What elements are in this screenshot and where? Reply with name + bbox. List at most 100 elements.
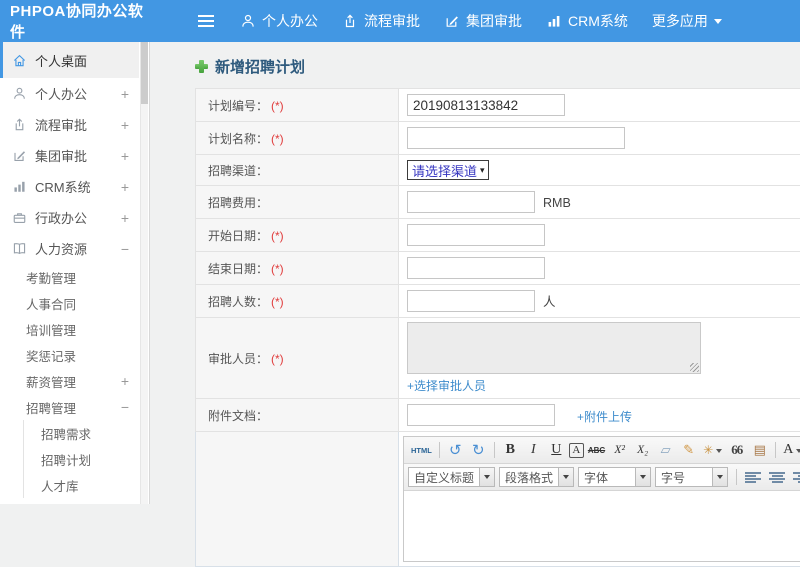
sidebar-scrollbar-thumb[interactable] xyxy=(141,42,148,104)
html-source-button[interactable]: HTML xyxy=(409,440,434,460)
select-label: 字体 xyxy=(579,469,635,486)
start-date-input[interactable] xyxy=(407,224,545,246)
field-label-cell: 结束日期：(*) xyxy=(196,252,399,285)
strikethrough-button[interactable]: ABC xyxy=(586,440,607,460)
font-family-select[interactable]: 字体 xyxy=(578,467,651,487)
required-marker: (*) xyxy=(271,229,284,243)
italic-button[interactable]: I xyxy=(523,440,544,460)
sidebar-item-label: 考勤管理 xyxy=(26,268,76,287)
expand-plus-icon[interactable]: + xyxy=(121,117,129,133)
topnav-item-more-apps[interactable]: 更多应用 xyxy=(652,11,722,31)
blockquote-button[interactable]: 66 xyxy=(726,440,747,460)
sidebar-item-recruitment-demand[interactable]: 招聘需求 xyxy=(23,420,139,446)
font-frame-button[interactable]: A xyxy=(569,443,584,458)
font-size-select[interactable]: 字号 xyxy=(655,467,728,487)
align-right-button[interactable] xyxy=(793,472,800,483)
plan-name-input[interactable] xyxy=(407,127,625,149)
expand-plus-icon[interactable]: + xyxy=(121,148,129,164)
field-value-cell: +选择审批人员 xyxy=(399,318,800,399)
eraser-button[interactable]: ▱ xyxy=(655,440,676,460)
attachment-upload-link[interactable]: +附件上传 xyxy=(577,410,632,424)
align-left-button[interactable] xyxy=(745,472,761,483)
sidebar-item-recruitment-plan[interactable]: 招聘计划 xyxy=(23,446,139,472)
required-marker: (*) xyxy=(271,132,284,146)
sidebar-item-recruitment-mgmt[interactable]: 招聘管理− xyxy=(0,394,139,420)
paste-text-button[interactable]: ▤ xyxy=(749,440,770,460)
superscript-button[interactable]: X² xyxy=(609,440,630,460)
sidebar-item-personal-office[interactable]: 个人办公 + xyxy=(0,78,139,109)
attachment-input[interactable] xyxy=(407,404,555,426)
align-center-button[interactable] xyxy=(769,472,785,483)
expand-plus-icon[interactable]: + xyxy=(121,179,129,195)
paragraph-format-select[interactable]: 段落格式 xyxy=(499,467,574,487)
channel-select-value: 请选择渠道 xyxy=(412,161,477,180)
sidebar-item-attendance-mgmt[interactable]: 考勤管理 xyxy=(0,264,139,290)
field-value-cell xyxy=(399,252,800,285)
field-label: 结束日期： xyxy=(208,262,268,276)
sidebar-item-salary-mgmt[interactable]: 薪资管理+ xyxy=(0,368,139,394)
sidebar-item-reward-punishment[interactable]: 奖惩记录 xyxy=(0,342,139,368)
channel-select[interactable]: 请选择渠道 ▾ xyxy=(407,160,489,180)
sidebar-item-group-approval[interactable]: 集团审批+ xyxy=(0,140,139,171)
sidebar-item-crm-system[interactable]: CRM系统+ xyxy=(0,171,139,202)
subscript-button[interactable]: X₂ xyxy=(632,440,653,460)
topnav-label: 流程审批 xyxy=(364,11,420,31)
select-label: 字号 xyxy=(656,469,712,486)
choose-approver-link[interactable]: +选择审批人员 xyxy=(407,377,800,394)
form-row: HTML↺↻BIUAABCX²X₂▱✎✳66▤Aab 自定义标题段落格式字体字号… xyxy=(196,432,800,567)
sidebar-item-human-resources[interactable]: 人力资源− xyxy=(0,233,139,264)
expand-plus-icon[interactable]: + xyxy=(121,210,129,226)
user-icon xyxy=(12,86,27,101)
toolbar-separator xyxy=(494,442,495,458)
headcount-unit-label: 人 xyxy=(543,295,556,309)
sidebar-item-personal-desktop[interactable]: 个人桌面 xyxy=(0,42,139,78)
font-color-button[interactable]: A xyxy=(781,440,800,460)
caret-down-icon xyxy=(714,19,722,28)
expand-plus-icon[interactable]: + xyxy=(121,373,129,389)
plan-number-input[interactable] xyxy=(407,94,565,116)
topnav-item-group-approval[interactable]: 集团审批 xyxy=(444,11,522,31)
expand-plus-icon[interactable]: + xyxy=(121,86,129,102)
redo-button[interactable]: ↻ xyxy=(468,440,489,460)
required-marker: (*) xyxy=(271,262,284,276)
select-caret-button[interactable] xyxy=(558,468,573,486)
end-date-input[interactable] xyxy=(407,257,545,279)
select-caret-icon: ▾ xyxy=(480,165,485,176)
sidebar-scrollbar[interactable] xyxy=(140,42,148,504)
topnav-item-crm-system[interactable]: CRM系统 xyxy=(546,11,628,31)
collapse-minus-icon[interactable]: − xyxy=(121,241,129,257)
custom-heading-select[interactable]: 自定义标题 xyxy=(408,467,495,487)
sidebar-item-training-mgmt[interactable]: 培训管理 xyxy=(0,316,139,342)
field-label: 附件文档： xyxy=(208,409,268,423)
format-painter-button[interactable]: ✳ xyxy=(701,440,724,460)
sidebar-item-label: 个人办公 xyxy=(35,84,87,103)
select-caret-button[interactable] xyxy=(479,468,494,486)
select-label: 段落格式 xyxy=(500,469,558,486)
collapse-minus-icon[interactable]: − xyxy=(121,399,129,415)
editor-content-area[interactable] xyxy=(404,491,800,561)
topnav-item-personal-office[interactable]: 个人办公 xyxy=(240,11,318,31)
headcount-input[interactable] xyxy=(407,290,535,312)
form-row: 招聘渠道： 请选择渠道 ▾ xyxy=(196,155,800,186)
book-icon xyxy=(12,241,27,256)
bold-button[interactable]: B xyxy=(500,440,521,460)
select-caret-button[interactable] xyxy=(712,468,727,486)
brush-button[interactable]: ✎ xyxy=(678,440,699,460)
hamburger-icon[interactable] xyxy=(198,15,214,27)
caret-down-icon xyxy=(796,449,800,456)
underline-button[interactable]: U xyxy=(546,440,567,460)
required-marker: (*) xyxy=(271,352,284,366)
sidebar-item-personnel-contract[interactable]: 人事合同 xyxy=(0,290,139,316)
topnav-label: CRM系统 xyxy=(568,11,628,31)
field-label-cell: 计划名称：(*) xyxy=(196,122,399,155)
topnav-label: 更多应用 xyxy=(652,11,708,31)
approver-textarea[interactable] xyxy=(407,322,701,374)
sidebar-item-process-approval[interactable]: 流程审批+ xyxy=(0,109,139,140)
select-caret-button[interactable] xyxy=(635,468,650,486)
undo-button[interactable]: ↺ xyxy=(445,440,466,460)
sidebar-item-talent-pool[interactable]: 人才库 xyxy=(23,472,139,498)
sidebar-item-admin-office[interactable]: 行政办公+ xyxy=(0,202,139,233)
field-value-cell: RMB xyxy=(399,186,800,219)
fee-input[interactable] xyxy=(407,191,535,213)
topnav-item-process-approval[interactable]: 流程审批 xyxy=(342,11,420,31)
